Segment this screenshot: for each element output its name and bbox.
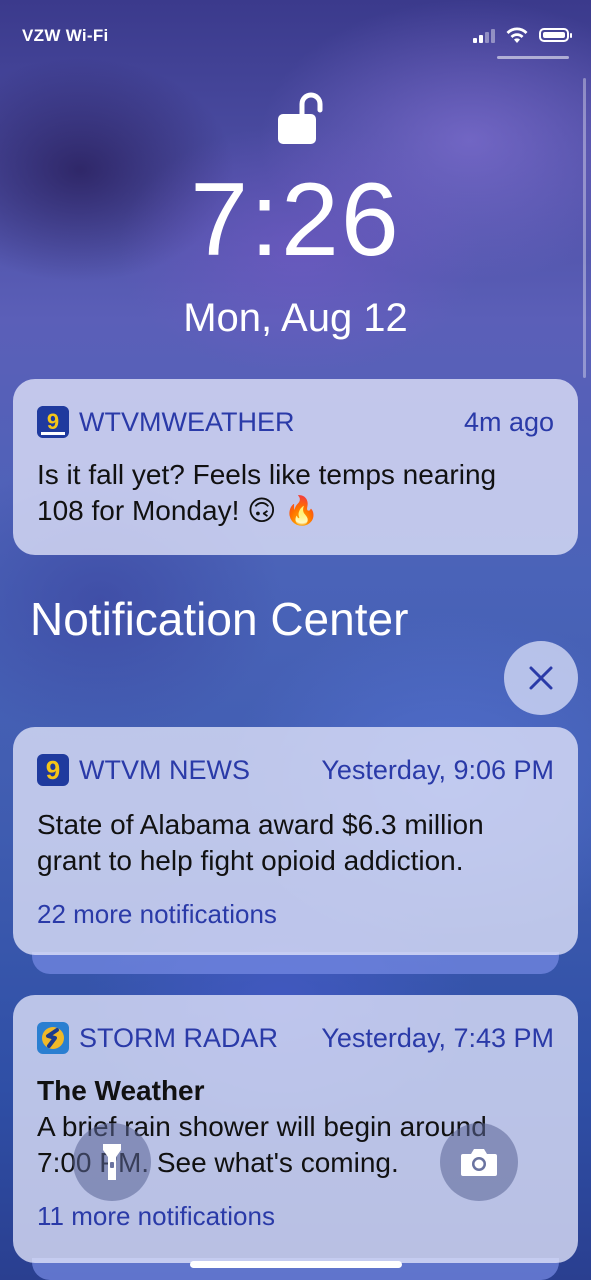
- app-name: WTVMWEATHER: [79, 406, 295, 437]
- flashlight-button[interactable]: [73, 1123, 151, 1201]
- wtvm-news-icon: 9: [37, 754, 69, 786]
- signal-icon: [473, 27, 495, 43]
- notification-wtvmnews[interactable]: 9 WTVM NEWS Yesterday, 9:06 PM State of …: [13, 727, 578, 955]
- status-bar: VZW Wi-Fi: [0, 0, 591, 70]
- status-icons: [473, 26, 572, 44]
- notification-body: Is it fall yet? Feels like temps nearing…: [37, 457, 554, 529]
- lock-screen-date: Mon, Aug 12: [183, 296, 408, 340]
- home-indicator[interactable]: [190, 1261, 402, 1268]
- body-line: State of Alabama award $6.3 million: [37, 809, 484, 840]
- notification-body: State of Alabama award $6.3 million gran…: [37, 807, 554, 879]
- notification-title: The Weather: [37, 1075, 205, 1106]
- wtvm-storm-team-icon: 9: [37, 406, 69, 438]
- camera-button[interactable]: [440, 1123, 518, 1201]
- storm-radar-icon: [37, 1022, 69, 1054]
- notification-wtvmweather[interactable]: 9 WTVMWEATHER 4m ago Is it fall yet? Fee…: [13, 379, 578, 555]
- body-line: 108 for Monday! 🙃 🔥: [37, 495, 319, 526]
- app-name: STORM RADAR: [79, 1022, 279, 1053]
- battery-icon: [539, 28, 572, 42]
- carrier-label: VZW Wi-Fi: [22, 26, 109, 45]
- svg-text:9: 9: [47, 409, 59, 434]
- wifi-icon: [506, 27, 528, 43]
- notification-time: Yesterday, 9:06 PM: [321, 754, 554, 785]
- flashlight-icon: [103, 1144, 121, 1180]
- unlocked-padlock-icon: [278, 92, 323, 144]
- notification-time: Yesterday, 7:43 PM: [321, 1022, 554, 1053]
- lock-screen-time: 7:26: [190, 162, 401, 278]
- more-notifications-link[interactable]: 22 more notifications: [37, 899, 554, 930]
- more-notifications-link[interactable]: 11 more notifications: [37, 1201, 554, 1232]
- app-name: WTVM NEWS: [79, 754, 250, 785]
- notification-time: 4m ago: [463, 406, 554, 437]
- notification-center-title: Notification Center: [30, 593, 409, 645]
- body-line: Is it fall yet? Feels like temps nearing: [37, 459, 497, 490]
- clear-notifications-button[interactable]: [504, 641, 578, 715]
- notification-stack-edge: [32, 952, 559, 974]
- control-center-grabber[interactable]: [497, 56, 569, 59]
- svg-text:9: 9: [46, 755, 60, 785]
- close-icon: [529, 666, 553, 690]
- camera-icon: [461, 1149, 497, 1176]
- body-line: grant to help fight opioid addiction.: [37, 845, 464, 876]
